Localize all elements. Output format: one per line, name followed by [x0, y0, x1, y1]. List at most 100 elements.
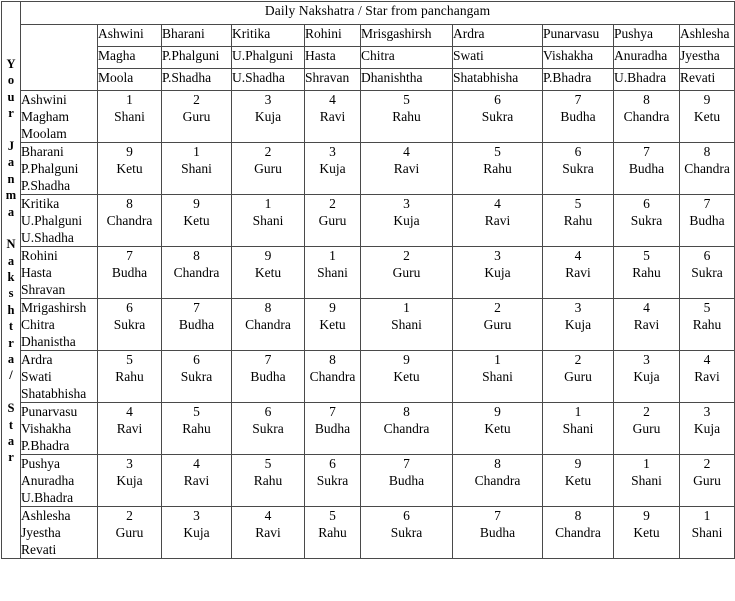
cell-planet: Rahu: [692, 317, 722, 332]
cell-number: 2: [494, 300, 501, 315]
row-header-8-line2: Jyestha: [21, 525, 61, 540]
data-row: Rohini Hasta Shravan 7 Budha 8 Chandra 9 Ketu 1 Sh…: [2, 246, 735, 299]
cell-r3-c1: 8 Chandra: [161, 246, 232, 299]
cell-planet: Kuja: [116, 473, 143, 488]
column-header-3-line3: Shravan: [304, 68, 361, 91]
cell-planet: Ketu: [393, 369, 420, 384]
cell-r4-c3: 9 Ketu: [304, 298, 361, 351]
cell-r4-c2: 8 Chandra: [231, 298, 305, 351]
column-header-5-line1: Ardra: [452, 24, 543, 47]
cell-r7-c3: 6 Sukra: [304, 454, 361, 507]
cell-r1-c8: 8 Chandra: [678, 142, 735, 195]
cell-r3-c5: 3 Kuja: [452, 246, 543, 299]
vertical-axis-letter: r: [8, 335, 14, 350]
cell-number: 3: [264, 92, 272, 107]
cell-planet: Sukra: [180, 369, 213, 384]
vertical-axis-letter: a: [7, 204, 15, 219]
cell-r3-c3: 1 Shani: [304, 246, 361, 299]
column-header-0-line1: Ashwini: [97, 24, 162, 47]
cell-planet: Ketu: [254, 265, 282, 280]
cell-number: 8: [494, 456, 501, 471]
cell-r1-c3: 3 Kuja: [304, 142, 361, 195]
cell-r8-c3: 5 Rahu: [304, 506, 361, 559]
cell-number: 4: [574, 248, 582, 263]
cell-number: 5: [703, 300, 711, 315]
cell-r7-c8: 2 Guru: [678, 454, 735, 507]
cell-planet: Kuja: [633, 369, 660, 384]
cell-r5-c2: 7 Budha: [231, 350, 305, 403]
column-header-6-line2: Vishakha: [542, 46, 614, 69]
cell-r3-c6: 4 Ravi: [542, 246, 614, 299]
cell-planet: Guru: [564, 369, 592, 384]
nakshatra-compatibility-table: Your Janma Na k s h t r a / Star Daily Nakshatr…: [1, 1, 735, 559]
cell-r5-c4: 9 Ketu: [360, 350, 453, 403]
row-header-8-line3: Revati: [21, 542, 57, 557]
cell-number: 5: [264, 456, 272, 471]
cell-number: 9: [494, 404, 501, 419]
cell-planet: Guru: [693, 473, 721, 488]
cell-number: 2: [126, 508, 133, 523]
cell-r6-c8: 3 Kuja: [678, 402, 735, 455]
cell-number: 8: [703, 144, 711, 159]
cell-number: 6: [126, 300, 133, 315]
column-header-2-line1: Kritika: [231, 24, 305, 47]
column-header-row-3: Moola P.Shadha U.Shadha Shravan Dhanisht…: [2, 68, 735, 91]
cell-r5-c3: 8 Chandra: [304, 350, 361, 403]
cell-planet: Rahu: [318, 525, 347, 540]
vertical-axis-letter: u: [7, 89, 15, 104]
cell-r6-c1: 5 Rahu: [161, 402, 232, 455]
cell-r4-c1: 7 Budha: [161, 298, 232, 351]
cell-number: 8: [643, 92, 650, 107]
column-header-7-line1: Pushya: [613, 24, 680, 47]
cell-r0-c0: 1 Shani: [97, 90, 162, 143]
cell-planet: Ravi: [183, 473, 210, 488]
row-header-8: Ashlesha Jyestha Revati: [20, 506, 98, 559]
column-header-3-line1: Rohini: [304, 24, 361, 47]
cell-r5-c0: 5 Rahu: [97, 350, 162, 403]
cell-number: 4: [264, 508, 272, 523]
cell-r0-c1: 2 Guru: [161, 90, 232, 143]
corner-cell: [20, 24, 98, 91]
cell-number: 1: [126, 92, 133, 107]
cell-number: 8: [574, 508, 582, 523]
row-header-0: Ashwini Magham Moolam: [20, 90, 98, 143]
column-header-5-line2: Swati: [452, 46, 543, 69]
cell-r4-c0: 6 Sukra: [97, 298, 162, 351]
cell-r5-c1: 6 Sukra: [161, 350, 232, 403]
cell-planet: Shani: [252, 213, 284, 228]
vertical-axis-letter: Y: [6, 57, 16, 71]
cell-r1-c6: 6 Sukra: [542, 142, 614, 195]
cell-number: 6: [703, 248, 711, 263]
cell-number: 9: [126, 144, 133, 159]
nakshatra-table-page: Your Janma Na k s h t r a / Star Daily Nakshatr…: [0, 1, 735, 601]
cell-r2-c6: 5 Rahu: [542, 194, 614, 247]
cell-planet: Shani: [562, 421, 594, 436]
cell-r2-c8: 7 Budha: [678, 194, 735, 247]
cell-r7-c1: 4 Ravi: [161, 454, 232, 507]
cell-planet: Kuja: [319, 161, 346, 176]
cell-number: 1: [264, 196, 272, 211]
cell-r7-c2: 5 Rahu: [231, 454, 305, 507]
cell-planet: Budha: [250, 369, 286, 384]
cell-planet: Guru: [632, 421, 661, 436]
cell-number: 8: [264, 300, 272, 315]
vertical-axis-letter: n: [7, 171, 15, 186]
row-header-4: Mrigashirsh Chitra Dhanistha: [20, 298, 98, 351]
cell-planet: Ravi: [116, 421, 143, 436]
cell-planet: Budha: [628, 161, 665, 176]
data-row: Ardra Swati Shatabhisha 5 Rahu 6 Sukra 7 Budha 8 C…: [2, 350, 735, 403]
cell-r1-c1: 1 Shani: [161, 142, 232, 195]
cell-r8-c0: 2 Guru: [97, 506, 162, 559]
cell-r5-c8: 4 Ravi: [678, 350, 735, 403]
vertical-axis-letter: t: [8, 319, 14, 334]
row-header-6: Punarvasu Vishakha P.Bhadra: [20, 402, 98, 455]
cell-number: 5: [329, 508, 336, 523]
row-header-5-line1: Ardra: [21, 352, 53, 367]
cell-number: 1: [703, 508, 711, 523]
cell-number: 1: [643, 456, 650, 471]
cell-number: 9: [329, 300, 336, 315]
vertical-axis-letter: r: [8, 106, 14, 121]
data-row: Punarvasu Vishakha P.Bhadra 4 Ravi 5 Rahu 6 Sukr…: [2, 402, 735, 455]
cell-r6-c6: 1 Shani: [542, 402, 614, 455]
cell-planet: Rahu: [563, 213, 593, 228]
